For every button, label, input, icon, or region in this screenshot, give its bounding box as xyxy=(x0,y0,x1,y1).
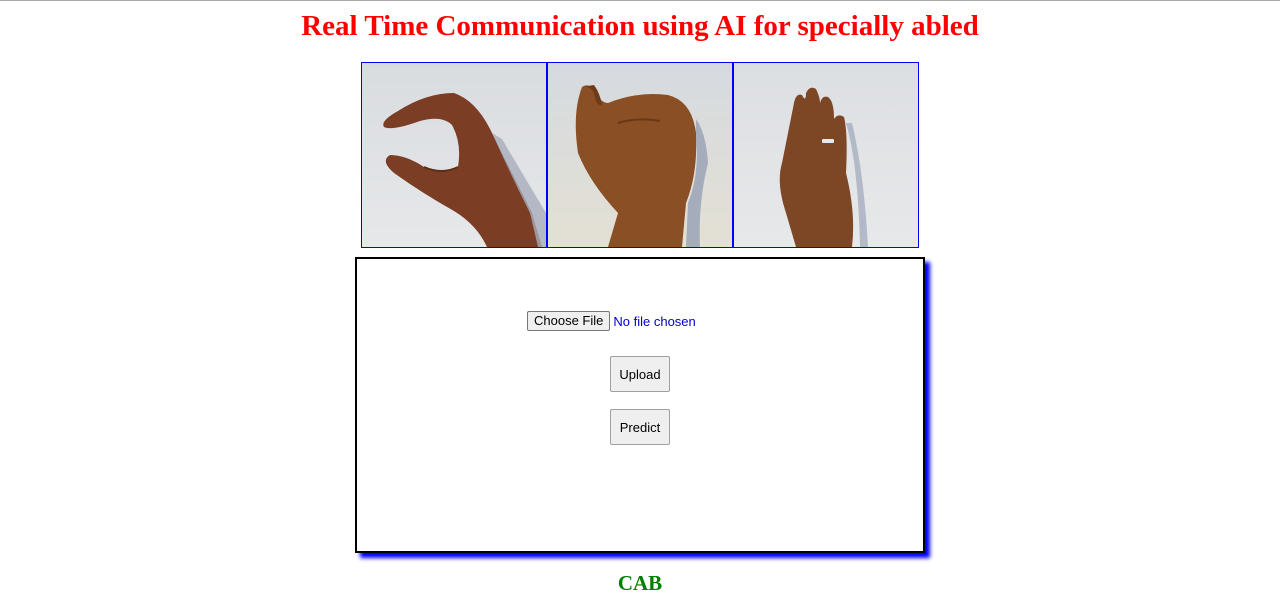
upload-panel: Choose File No file chosen Upload Predic… xyxy=(355,257,925,553)
file-input[interactable]: Choose File No file chosen xyxy=(527,311,696,331)
file-status-label: No file chosen xyxy=(613,313,696,329)
top-divider xyxy=(0,0,1280,1)
hand-sign-b-image xyxy=(732,63,918,247)
prediction-result: CAB xyxy=(617,571,663,595)
page-title: Real Time Communication using AI for spe… xyxy=(301,10,979,42)
upload-button[interactable]: Upload xyxy=(610,356,670,392)
hand-sign-a-image xyxy=(546,63,732,247)
sign-image-gallery xyxy=(361,62,919,248)
choose-file-button[interactable]: Choose File xyxy=(527,311,611,331)
predict-button[interactable]: Predict xyxy=(610,409,670,445)
hand-sign-c-image xyxy=(362,63,546,247)
